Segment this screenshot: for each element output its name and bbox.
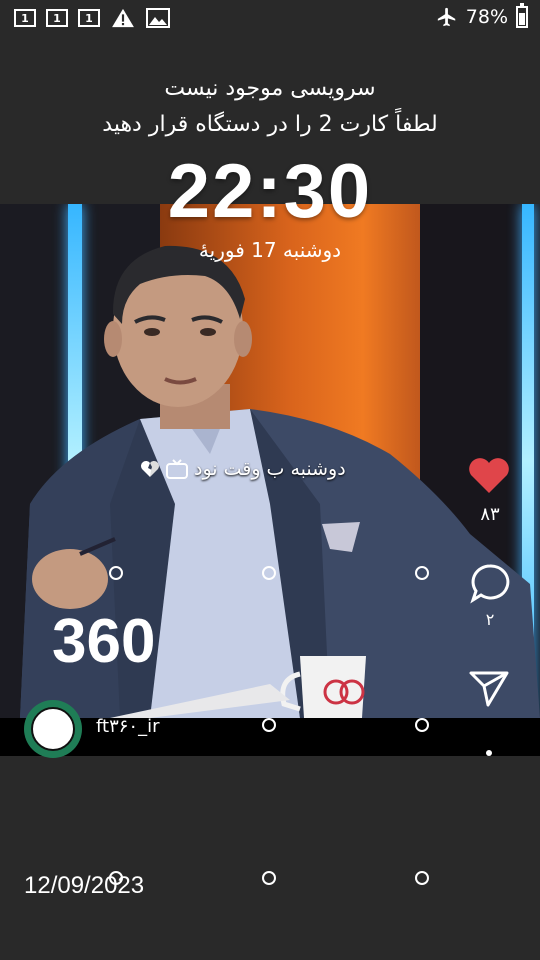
comment-count: ۲ <box>485 610 495 629</box>
sim-1-icon: 1 <box>78 9 100 27</box>
like-heart-icon[interactable] <box>467 455 511 495</box>
logo-text: 360 <box>52 607 155 670</box>
lockscreen-date: دوشنبه 17 فوریهٔ <box>198 238 342 262</box>
caption-text: دوشنبه ب وقت نود <box>194 458 346 480</box>
pattern-dot[interactable] <box>262 718 276 732</box>
battery-fill <box>519 13 525 25</box>
pattern-dot[interactable] <box>262 871 276 885</box>
battery-percentage: 78% <box>465 6 508 28</box>
battery-icon <box>516 3 528 28</box>
pattern-dot[interactable] <box>415 871 429 885</box>
profile-avatar[interactable] <box>24 700 82 758</box>
pattern-dot[interactable] <box>415 566 429 580</box>
pattern-dot[interactable] <box>109 871 123 885</box>
warning-icon <box>112 8 134 28</box>
carrier-status-text: سرویسی موجود نیست <box>164 76 376 101</box>
like-count: ۸۳ <box>480 504 500 525</box>
image-icon <box>146 8 170 28</box>
airplane-mode-icon <box>437 7 456 27</box>
pattern-dot[interactable] <box>109 566 123 580</box>
comment-icon[interactable] <box>469 562 511 604</box>
tv-icon <box>166 459 188 479</box>
pattern-dot[interactable] <box>415 718 429 732</box>
ft360-logo: 360 <box>52 607 155 670</box>
pattern-dot[interactable] <box>262 566 276 580</box>
username-label[interactable]: ft۳۶۰_ir <box>96 716 159 737</box>
broken-heart-icon <box>141 461 159 477</box>
sim-insert-message: لطفاً کارت 2 را در دستگاه قرار دهید <box>102 112 438 137</box>
avatar-inner-ring <box>31 707 75 751</box>
send-icon[interactable] <box>468 668 510 708</box>
status-bar: 1 1 1 78% <box>0 0 540 40</box>
carousel-indicator-dot <box>486 750 492 756</box>
footer-date: 12/09/2023 <box>24 872 145 899</box>
post-caption: دوشنبه ب وقت نود <box>140 458 346 480</box>
sim-1-icon: 1 <box>46 9 68 27</box>
lockscreen-clock: 22:30 <box>167 149 373 234</box>
sim-1-icon: 1 <box>14 9 36 27</box>
